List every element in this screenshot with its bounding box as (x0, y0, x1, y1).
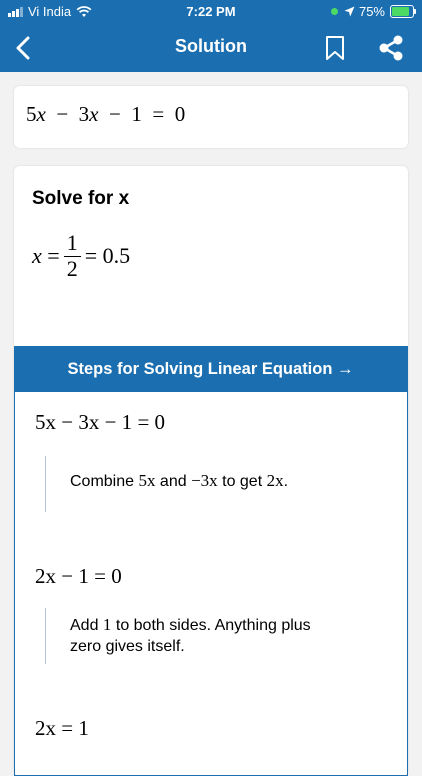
fraction-numerator: 1 (66, 230, 78, 256)
constant: 1 (131, 102, 142, 126)
battery-charging-icon (390, 5, 416, 18)
equation-card[interactable]: 5x − 3x − 1 = 0 (14, 86, 408, 148)
coef-a: 5 (26, 102, 37, 126)
location-arrow-icon (344, 6, 355, 17)
bookmark-button[interactable] (322, 34, 348, 62)
solve-for-heading: Solve for x (32, 188, 130, 209)
coef-b: 3 (78, 102, 90, 126)
rhs: 0 (174, 102, 186, 126)
step-equation: 2x = 1 (35, 716, 89, 740)
fraction-denominator: 2 (66, 255, 78, 281)
nav-bar: Solution (0, 24, 422, 72)
result-fraction: 1 2 (63, 230, 81, 281)
result-decimal: 0.5 (102, 243, 131, 268)
step-explanation: Add 1 to both sides. Anything plus zero … (45, 608, 335, 664)
share-button[interactable] (376, 34, 406, 62)
solution-card: Solve for x x = 1 2 = 0.5 Steps for Solv… (13, 166, 408, 776)
steps-header-button[interactable]: Steps for Solving Linear Equation → (13, 346, 408, 392)
step-explanation: Combine 5x and −3x to get 2x. (45, 456, 288, 512)
active-indicator-icon (330, 8, 338, 15)
step-equation: 5x − 3x − 1 = 0 (35, 410, 166, 434)
battery-percent: 75% (358, 4, 385, 19)
result-equation: x = 1 2 = 0.5 (32, 230, 131, 281)
page-title: Solution (175, 36, 247, 56)
step-equation: 2x − 1 = 0 (35, 564, 122, 588)
steps-panel: Steps for Solving Linear Equation → 5x −… (13, 346, 408, 776)
problem-equation: 5x − 3x − 1 = 0 (26, 102, 186, 126)
app-header: Vi India 7:22 PM 75% Solution (0, 0, 422, 72)
bookmark-icon (326, 36, 344, 60)
status-bar: Vi India 7:22 PM 75% (0, 0, 422, 24)
share-icon (379, 35, 403, 61)
